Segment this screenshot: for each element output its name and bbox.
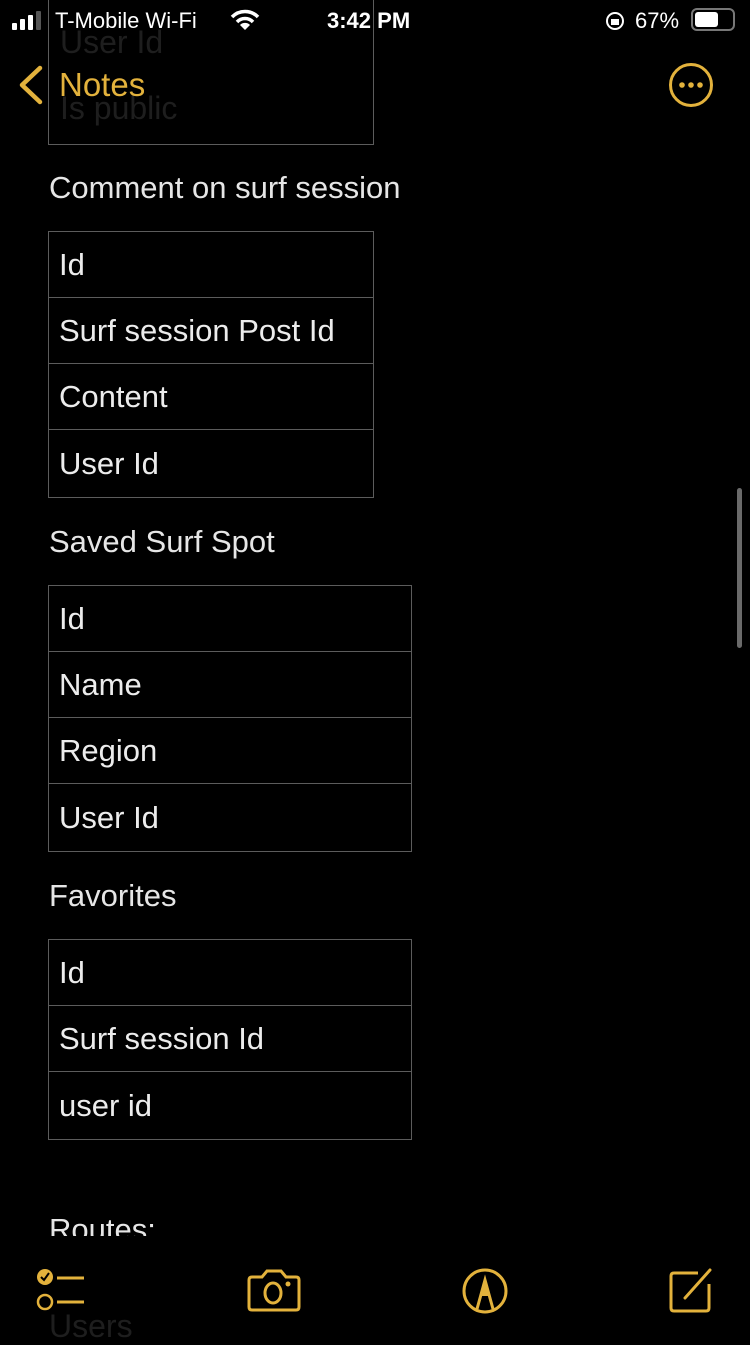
table-row: Surf session Id <box>48 1005 412 1072</box>
scrollbar[interactable] <box>737 488 742 648</box>
table-row: Surf session Post Id <box>48 297 374 364</box>
camera-icon[interactable] <box>246 1268 302 1312</box>
table-row: Id <box>48 585 412 652</box>
table-favorites[interactable]: Id Surf session Id user id <box>48 939 412 1140</box>
table-cell[interactable]: user id <box>48 1071 412 1140</box>
section-title: Saved Surf Spot <box>49 524 275 559</box>
table-cell[interactable]: Region <box>48 717 412 784</box>
table-row: Id <box>48 939 412 1006</box>
table-row: User Id <box>48 783 412 852</box>
table-row: user id <box>48 1071 412 1140</box>
carrier: T-Mobile Wi-Fi <box>55 8 197 33</box>
table-row: Content <box>48 363 374 430</box>
note-body[interactable]: Comment on surf session Id Surf session … <box>0 150 750 1236</box>
table-row: Region <box>48 717 412 784</box>
faded-users-heading: Users <box>49 1308 133 1344</box>
back-label: Notes <box>59 66 146 103</box>
table-cell[interactable]: Name <box>48 651 412 718</box>
table-comment-on-surf-session[interactable]: Id Surf session Post Id Content User Id <box>48 231 374 498</box>
signal-icon <box>12 11 41 30</box>
table-cell[interactable]: User Id <box>48 429 374 498</box>
more-options-button[interactable] <box>668 62 714 108</box>
table-cell[interactable]: User Id <box>48 783 412 852</box>
table-saved-surf-spot[interactable]: Id Name Region User Id <box>48 585 412 852</box>
table-cell[interactable]: Id <box>48 939 412 1006</box>
battery-percent: 67% <box>635 8 680 33</box>
table-cell[interactable]: Surf session Post Id <box>48 297 374 364</box>
section-title: Comment on surf session <box>49 170 401 205</box>
clock: 3:42 PM <box>327 8 411 33</box>
table-cell[interactable]: Id <box>48 231 374 298</box>
table-cell[interactable]: Content <box>48 363 374 430</box>
routes-heading: Routes: <box>49 1212 156 1236</box>
table-row: Name <box>48 651 412 718</box>
table-cell[interactable]: Surf session Id <box>48 1005 412 1072</box>
battery-icon <box>691 8 735 31</box>
table-row: User Id <box>48 429 374 498</box>
chevron-left-icon <box>19 65 43 105</box>
wifi-icon <box>230 9 260 30</box>
compose-icon[interactable] <box>668 1266 716 1314</box>
section-title: Favorites <box>49 878 177 913</box>
table-cell[interactable]: Id <box>48 585 412 652</box>
orientation-lock-icon <box>606 12 624 30</box>
checklist-icon[interactable] <box>36 1268 88 1312</box>
status-bar: T-Mobile Wi-Fi 3:42 PM 67% <box>0 0 750 40</box>
back-button[interactable]: Notes <box>14 62 145 108</box>
table-row: Id <box>48 231 374 298</box>
markup-icon[interactable] <box>461 1268 509 1314</box>
